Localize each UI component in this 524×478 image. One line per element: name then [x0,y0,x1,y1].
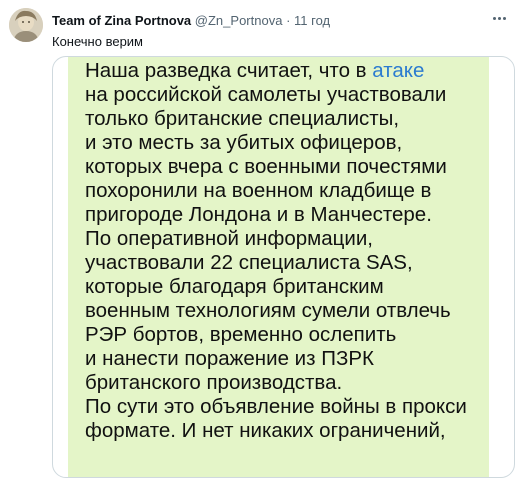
message-line: которые благодаря британским [85,275,505,299]
message-line-text: формате. И нет никаких ограничений, [85,419,446,442]
message-line: формате. И нет никаких ограничений, [85,419,505,443]
message-line: По оперативной информации, [85,227,505,251]
message-line-text: которых вчера с военными почестями [85,155,447,178]
message-line-text: британского производства. [85,371,343,394]
message-text: Наша разведка считает, что в атаке на рос… [85,59,505,443]
author-name[interactable]: Team of Zina Portnova [52,13,191,28]
avatar[interactable] [9,8,43,42]
message-line-text: военным технологиям сумели отвлечь [85,299,451,322]
message-line: Наша разведка считает, что в атаке [85,59,505,83]
message-line: и это месть за убитых офицеров, [85,131,505,155]
tweet-text: Конечно верим [52,34,143,49]
message-line-text: которые благодаря британским [85,275,384,298]
message-line-text: РЭР бортов, временно ослепить [85,323,397,346]
message-line: военным технологиям сумели отвлечь [85,299,505,323]
message-line-text: и это месть за убитых офицеров, [85,131,403,154]
message-line: и нанести поражение из ПЗРК [85,347,505,371]
message-line: По сути это объявление войны в прокси [85,395,505,419]
message-line: британского производства. [85,371,505,395]
message-line: только британские специалисты, [85,107,505,131]
message-line: участвовали 22 специалиста SAS, [85,251,505,275]
separator-dot: · [286,13,291,28]
message-line: которых вчера с военными почестями [85,155,505,179]
message-line-text: участвовали 22 специалиста SAS, [85,251,413,274]
more-horizontal-icon [492,16,506,20]
message-line-text: и нанести поражение из ПЗРК [85,347,374,370]
avatar-portrait-icon [9,8,43,42]
message-line: пригороде Лондона и в Манчестере. [85,203,505,227]
message-line: РЭР бортов, временно ослепить [85,323,505,347]
message-line-text: пригороде Лондона и в Манчестере. [85,203,432,226]
more-options-button[interactable] [488,10,510,26]
tweet-image[interactable]: Наша разведка считает, что в атаке на рос… [52,56,515,478]
message-line-text: на российской самолеты участвовали [85,83,447,106]
message-link[interactable]: атаке [372,59,424,82]
message-line-text: По оперативной информации, [85,227,373,250]
message-line-text: похоронили на военном кладбище в [85,179,432,202]
timestamp[interactable]: 11 год [294,13,330,28]
message-line: на российской самолеты участвовали [85,83,505,107]
message-line-text: Наша разведка считает, что в [85,59,373,82]
message-line-text: По сути это объявление войны в прокси [85,395,467,418]
message-line-text: только британские специалисты, [85,107,400,130]
message-line: похоронили на военном кладбище в [85,179,505,203]
tweet-header: Team of Zina Portnova @Zn_Portnova · 11 … [52,12,484,29]
author-handle[interactable]: @Zn_Portnova [195,13,283,28]
